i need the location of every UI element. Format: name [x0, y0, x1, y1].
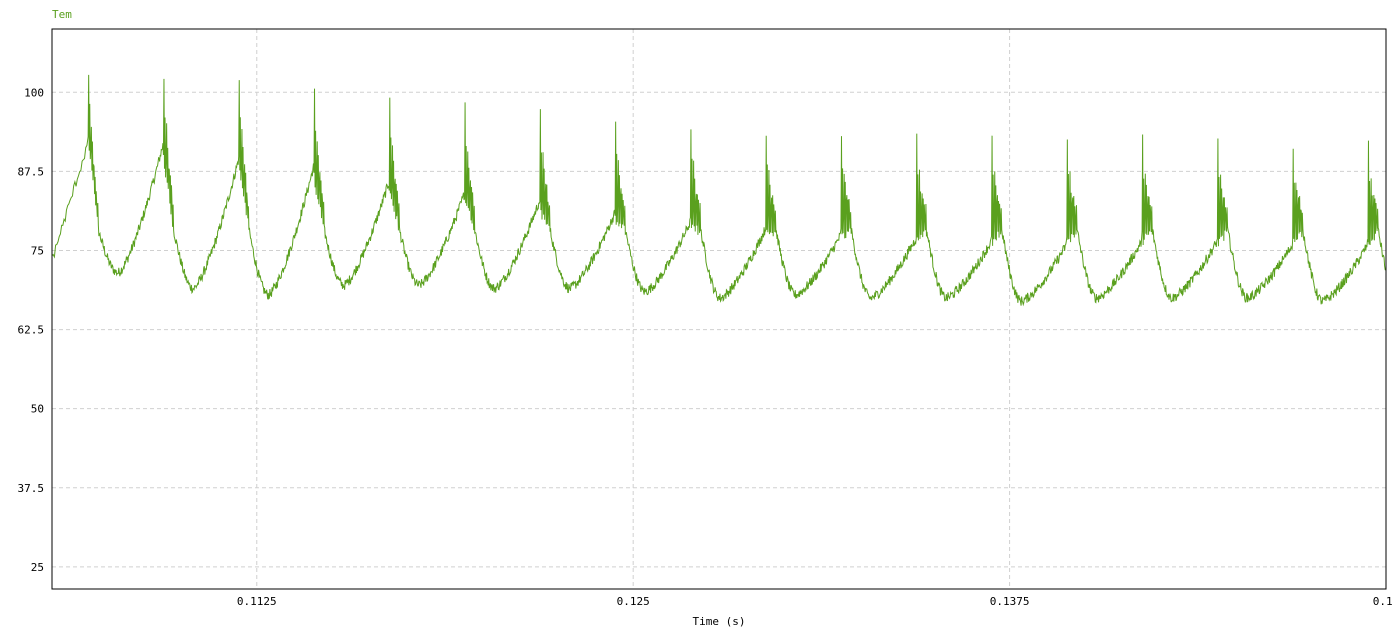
x-tick-label: 0.125 [617, 595, 650, 608]
x-tick-label: 0.15 [1373, 595, 1392, 608]
y-tick-label: 62.5 [18, 324, 45, 337]
grid-lines [52, 29, 1387, 589]
plot-frame [51, 28, 1387, 590]
series-layer [52, 74, 1386, 307]
chart: 2537.55062.57587.5100 0.1125 0.125 0.1375 0… [18, 8, 1392, 628]
series-line-tem [52, 74, 1386, 307]
x-axis-title: Time (s) [693, 615, 746, 628]
y-tick-label: 37.5 [18, 482, 45, 495]
y-tick-labels: 25 37.5 50 62.5 75 87.5 100 [18, 86, 45, 574]
y-tick-label: 25 [31, 561, 44, 574]
x-tick-label: 0.1375 [990, 595, 1030, 608]
y-tick-label: 87.5 [18, 165, 45, 178]
series-label-tem: Tem [52, 8, 72, 21]
y-tick-label: 75 [31, 244, 44, 257]
y-tick-label: 50 [31, 403, 44, 416]
x-tick-label: 0.1125 [237, 595, 277, 608]
x-tick-labels: 0.1125 0.125 0.1375 0.15 [237, 595, 1392, 608]
y-tick-label: 100 [24, 86, 44, 99]
